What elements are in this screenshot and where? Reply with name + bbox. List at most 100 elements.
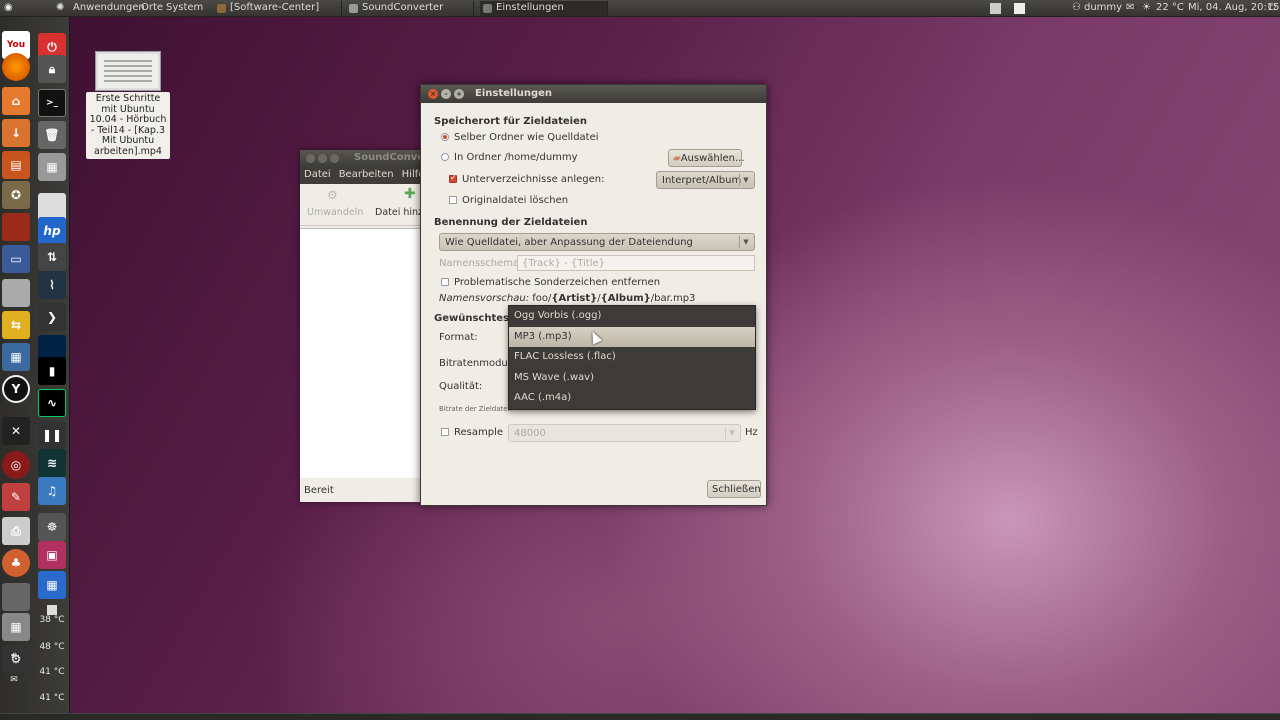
radio-same-folder[interactable]: Selber Ordner wie Quelldatei	[441, 132, 599, 143]
home-folder-icon[interactable]: ⌂	[2, 87, 30, 115]
resample-rate-combo[interactable]: 48000 ▼	[508, 424, 741, 442]
yakuake-icon[interactable]: Y	[2, 375, 30, 403]
radio-in-folder[interactable]: In Ordner /home/dummy	[441, 152, 578, 163]
menu-datei[interactable]: Datei	[304, 169, 331, 180]
checkbox-label: Resample	[454, 427, 504, 438]
ubuntu-logo-icon[interactable]: ◉	[4, 2, 13, 13]
weather-temp[interactable]: 22 °C	[1156, 2, 1184, 13]
grid-app-icon[interactable]: ▦	[38, 571, 66, 599]
tools-icon[interactable]: ✕	[2, 417, 30, 445]
temp-1: 38 °C	[39, 615, 65, 625]
lock-icon[interactable]: 🔒︎	[38, 55, 66, 83]
menu-system[interactable]: System	[166, 2, 203, 13]
task-software-center[interactable]: [Software-Center]	[214, 1, 342, 16]
section-target-location: Speicherort für Zieldateien	[434, 116, 587, 127]
volume-icon[interactable]: 🔊︎	[6, 651, 22, 661]
format-option-aac[interactable]: AAC (.m4a)	[509, 388, 755, 409]
downloads-folder-icon[interactable]: ↓	[2, 119, 30, 147]
sc-titlebar[interactable]: SoundConver	[300, 150, 422, 166]
menu-bearbeiten[interactable]: Bearbeiten	[339, 169, 394, 180]
preview-artist: {Artist}	[551, 293, 598, 304]
pause-icon[interactable]: ❚❚	[38, 421, 66, 449]
minimize-icon[interactable]	[318, 154, 327, 163]
chart-app-icon[interactable]: ▦	[2, 343, 30, 371]
terminal-icon[interactable]: >_	[38, 89, 66, 117]
video-folder-icon[interactable]: ▤	[2, 151, 30, 179]
user-name[interactable]: dummy	[1084, 2, 1122, 13]
maximize-icon[interactable]	[330, 154, 339, 163]
checkbox-indicator	[441, 428, 449, 436]
monitor-icon[interactable]: ▭	[2, 245, 30, 273]
system-monitor-icon[interactable]: ∿	[38, 389, 66, 417]
checkbox-indicator	[449, 196, 457, 204]
books-icon[interactable]	[2, 213, 30, 241]
hp-icon[interactable]: hp	[38, 217, 66, 245]
format-option-wav[interactable]: MS Wave (.wav)	[509, 368, 755, 389]
section-naming: Benennung der Zieldateien	[434, 217, 588, 228]
cpu-graph-icon[interactable]: ⌇	[38, 271, 66, 299]
misc-app-icon[interactable]	[2, 583, 30, 611]
desktop-file-video[interactable]: Erste Schritte mit Ubuntu 10.04 - Hörbuc…	[86, 52, 170, 159]
level-meter-icon[interactable]: ▮	[38, 357, 66, 385]
format-option-mp3[interactable]: MP3 (.mp3)	[509, 326, 755, 347]
close-icon[interactable]	[306, 154, 315, 163]
workspace-1-icon[interactable]	[990, 3, 1001, 14]
dialog-titlebar[interactable]: × – + Einstellungen	[421, 85, 766, 103]
convert-button[interactable]: Umwandeln	[307, 207, 363, 218]
bitrate-note: Bitrate der Zieldatei:	[439, 405, 512, 413]
menu-places[interactable]: Orte	[141, 2, 163, 13]
mail-indicator-icon[interactable]: ✉	[6, 675, 22, 685]
network-icon[interactable]: ⇆	[2, 311, 30, 339]
close-icon[interactable]: ×	[428, 89, 438, 99]
updown-icon[interactable]: ⇅	[38, 243, 66, 271]
choose-folder-button[interactable]: ▰Auswählen...	[668, 149, 745, 167]
disc-icon[interactable]: ◎	[2, 451, 30, 479]
calculator-icon[interactable]: ▦	[38, 153, 66, 181]
checkbox-delete-original[interactable]: Originaldatei löschen	[449, 195, 568, 206]
firefox-icon[interactable]	[2, 53, 30, 81]
keyboard-icon[interactable]: ▦	[2, 613, 30, 641]
mushroom-icon[interactable]: ♣	[2, 549, 30, 577]
checkbox-create-subfolders[interactable]: Unterverzeichnisse anlegen:	[449, 173, 605, 185]
menu-applications[interactable]: Anwendungen	[73, 2, 145, 13]
audio-graph-icon[interactable]: ≋	[38, 449, 66, 477]
checkbox-resample[interactable]: Resample	[441, 427, 503, 438]
folder-icon[interactable]	[2, 279, 30, 307]
gimp-icon[interactable]: ✪	[2, 181, 30, 209]
arrow-right-icon[interactable]: ❯	[38, 303, 66, 331]
gnome-foot-icon[interactable]: ☸	[38, 513, 66, 541]
format-option-ogg[interactable]: Ogg Vorbis (.ogg)	[509, 306, 755, 327]
scheme-input[interactable]: {Track} - {Title}	[517, 255, 755, 271]
printer-icon[interactable]: ⎙	[2, 517, 30, 545]
applications-icon[interactable]: ✺	[56, 2, 64, 13]
convert-icon: ⚙	[327, 188, 338, 202]
close-button[interactable]: Schließen	[707, 480, 761, 498]
maximize-icon[interactable]: +	[454, 89, 464, 99]
minimize-icon[interactable]: –	[441, 89, 451, 99]
sc-status: Bereit	[304, 485, 334, 496]
add-file-button[interactable]: Datei hinz	[375, 207, 422, 218]
format-option-flac[interactable]: FLAC Lossless (.flac)	[509, 347, 755, 368]
radio-indicator	[441, 153, 449, 161]
workspace-2-icon[interactable]	[1014, 3, 1025, 14]
preferences-icon	[483, 4, 492, 13]
temp-3: 41 °C	[39, 667, 65, 677]
power-icon[interactable]: ⏻	[1268, 2, 1276, 13]
checkbox-remove-special[interactable]: Problematische Sonderzeichen entfernen	[441, 277, 660, 288]
combo-value: Wie Quelldatei, aber Anpassung der Datei…	[445, 237, 693, 248]
section-format: Gewünschtes Z	[434, 313, 520, 324]
music-icon[interactable]: ♫	[38, 477, 66, 505]
image-app-icon[interactable]: ▣	[38, 541, 66, 569]
trash-icon[interactable]: 🗑︎	[38, 121, 66, 149]
naming-scheme-combo[interactable]: Wie Quelldatei, aber Anpassung der Datei…	[439, 233, 755, 251]
menu-hilfe[interactable]: Hilfe	[402, 169, 422, 180]
task-soundconverter[interactable]: SoundConverter	[346, 1, 474, 16]
left-dock: You ⌂ ↓ ▤ ✪ ▭ ⇆ ▦ Y ✕ ◎ ✎ ⎙ ♣ ▦ ⚙ ⏻ 🔒︎ >…	[0, 17, 70, 715]
subfolder-pattern-combo[interactable]: Interpret/Album ▼	[656, 171, 755, 189]
sc-file-list[interactable]	[300, 228, 422, 478]
mail-icon[interactable]: ✉	[1126, 2, 1134, 13]
combo-value: 48000	[514, 428, 546, 439]
edit-tool-icon[interactable]: ✎	[2, 483, 30, 511]
clock[interactable]: Mi, 04. Aug, 20:15	[1188, 2, 1280, 13]
task-einstellungen[interactable]: Einstellungen	[480, 1, 608, 16]
